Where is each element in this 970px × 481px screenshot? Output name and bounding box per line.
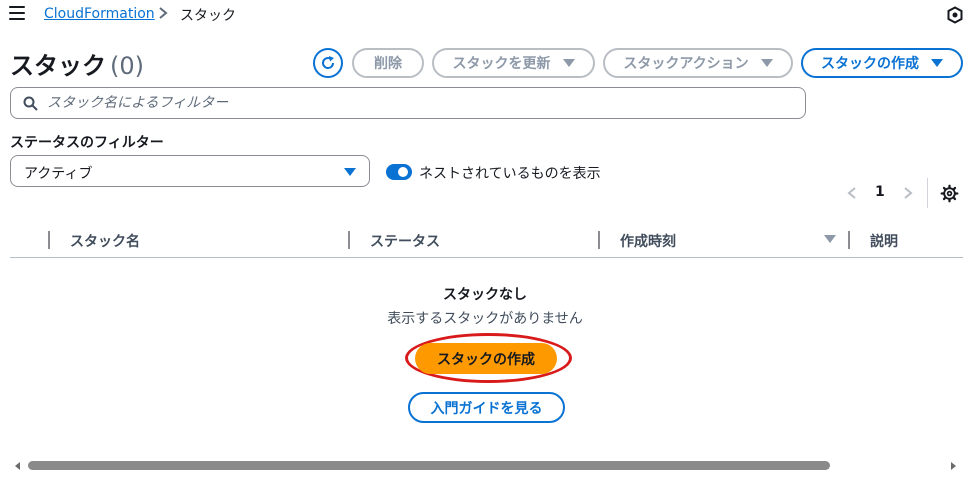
update-stack-button[interactable]: スタックを更新 — [432, 48, 595, 78]
horizontal-scrollbar-thumb[interactable] — [28, 461, 830, 470]
breadcrumb-cloudformation-link[interactable]: CloudFormation — [44, 6, 155, 22]
caret-down-icon — [344, 168, 356, 176]
delete-button-label: 削除 — [374, 56, 402, 72]
column-header-status[interactable]: ステータス — [370, 231, 440, 251]
caret-down-icon — [562, 59, 575, 67]
refresh-icon — [322, 56, 335, 69]
top-bar: CloudFormation スタック — [0, 0, 970, 30]
getting-started-guide-button[interactable]: 入門ガイドを見る — [408, 392, 565, 423]
create-stack-button[interactable]: スタックの作成 — [801, 48, 963, 78]
scroll-left-arrow-icon[interactable] — [15, 462, 20, 470]
column-header-created-time[interactable]: 作成時刻 — [620, 231, 676, 251]
column-divider[interactable] — [48, 231, 50, 249]
status-filter-select[interactable]: アクティブ — [10, 155, 370, 187]
caret-down-icon — [931, 59, 943, 67]
chevron-right-icon — [159, 7, 168, 19]
create-stack-button-label: スタックの作成 — [821, 56, 919, 72]
status-filter-label: ステータスのフィルター — [10, 135, 164, 151]
delete-button[interactable]: 削除 — [352, 48, 424, 78]
page-number[interactable]: 1 — [875, 184, 885, 200]
search-input[interactable] — [47, 90, 787, 116]
empty-state-title: スタックなし — [443, 287, 527, 303]
stack-actions-button-label: スタックアクション — [623, 56, 749, 72]
toggle-knob — [398, 167, 408, 177]
empty-state-create-stack-button[interactable]: スタックの作成 — [415, 343, 557, 374]
page-title: スタック (0) — [10, 46, 144, 81]
getting-started-guide-label: 入門ガイドを見る — [430, 400, 543, 417]
column-divider[interactable] — [598, 231, 600, 249]
stack-count: (0) — [110, 52, 144, 80]
empty-state-description: 表示するスタックがありません — [387, 311, 583, 327]
search-icon — [23, 96, 38, 111]
settings-icon[interactable] — [940, 184, 959, 203]
empty-state-create-stack-label: スタックの作成 — [437, 351, 535, 368]
chevron-right-icon[interactable] — [901, 185, 915, 201]
scroll-right-arrow-icon[interactable] — [951, 462, 956, 470]
column-header-stack-name[interactable]: スタック名 — [70, 231, 140, 251]
update-stack-button-label: スタックを更新 — [452, 56, 551, 72]
refresh-button[interactable] — [313, 48, 343, 78]
column-header-description[interactable]: 説明 — [870, 231, 898, 251]
page-title-text: スタック — [10, 52, 106, 80]
chevron-left-icon[interactable] — [845, 185, 859, 201]
pager-divider — [927, 178, 928, 208]
menu-icon[interactable] — [9, 6, 25, 20]
column-divider[interactable] — [848, 231, 850, 249]
search-box — [10, 87, 806, 119]
table-header: スタック名 ステータス 作成時刻 説明 — [10, 228, 963, 258]
breadcrumb-current: スタック — [180, 8, 236, 24]
column-divider[interactable] — [348, 231, 350, 249]
sort-down-icon[interactable] — [824, 235, 836, 243]
status-filter-value: アクティブ — [24, 166, 93, 182]
stack-actions-button[interactable]: スタックアクション — [603, 48, 793, 78]
caret-down-icon — [760, 59, 773, 67]
cube-icon[interactable] — [946, 6, 964, 24]
nested-toggle[interactable] — [386, 164, 412, 180]
nested-toggle-label: ネストされているものを表示 — [419, 166, 601, 182]
